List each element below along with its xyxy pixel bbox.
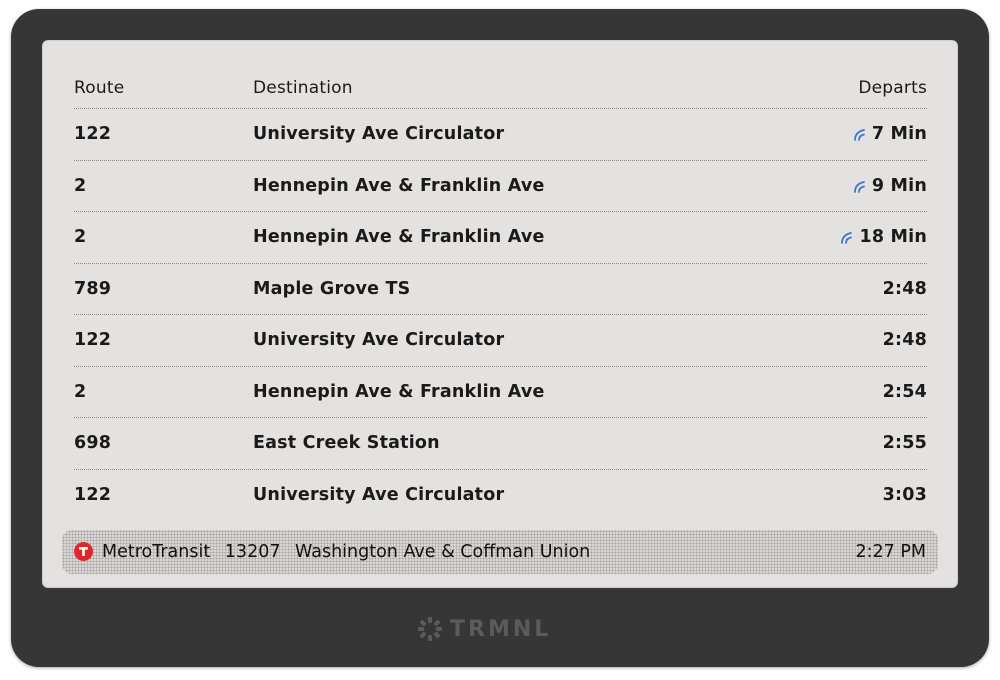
- table-header: Route Destination Departs: [74, 68, 927, 109]
- stop-id: 13207: [224, 542, 281, 562]
- departure-value: 9 Min: [871, 175, 927, 196]
- display-screen: Route Destination Departs 122 University …: [42, 40, 958, 588]
- destination: Hennepin Ave & Franklin Ave: [253, 227, 545, 248]
- table-row: 122 University Ave Circulator 3:03: [74, 470, 927, 522]
- departure-time: 2:48: [883, 330, 927, 350]
- agency-name: MetroTransit: [102, 542, 211, 562]
- departure-value: 2:54: [882, 381, 927, 402]
- realtime-signal-icon: [854, 129, 865, 142]
- status-footer: MetroTransit 13207 Washington Ave & Coff…: [62, 530, 938, 574]
- route-number: 2: [74, 381, 87, 402]
- departure-time: 3:03: [883, 485, 927, 505]
- departure-time: 9 Min: [852, 176, 927, 196]
- route-number: 2: [74, 227, 87, 248]
- realtime-signal-icon: [841, 232, 853, 245]
- destination: Maple Grove TS: [253, 278, 411, 299]
- metro-transit-logo-icon: [74, 542, 93, 561]
- header-route: Route: [74, 78, 125, 98]
- departure-value: 2:48: [882, 278, 927, 299]
- destination: University Ave Circulator: [253, 330, 505, 351]
- departures-table: Route Destination Departs 122 University …: [74, 68, 927, 521]
- departure-time: 2:55: [883, 433, 927, 453]
- departure-value: 2:55: [882, 433, 927, 454]
- departure-time: 2:48: [883, 279, 927, 299]
- route-number: 698: [74, 433, 112, 454]
- route-number: 2: [74, 175, 87, 196]
- table-row: 2 Hennepin Ave & Franklin Ave 2:54: [74, 367, 927, 418]
- departure-time: 7 Min: [852, 124, 927, 144]
- route-number: 122: [74, 124, 112, 145]
- route-number: 789: [74, 278, 112, 299]
- device-brand: TRMNL: [416, 614, 551, 644]
- stop-name: Washington Ave & Coffman Union: [295, 542, 591, 562]
- brand-wordmark: TRMNL: [450, 616, 552, 642]
- table-row: 789 Maple Grove TS 2:48: [74, 264, 927, 315]
- header-destination: Destination: [253, 78, 353, 98]
- table-row: 698 East Creek Station 2:55: [74, 418, 927, 470]
- destination: Hennepin Ave & Franklin Ave: [253, 381, 545, 402]
- destination: East Creek Station: [253, 433, 440, 454]
- table-row: 122 University Ave Circulator 2:48: [74, 315, 927, 367]
- table-row: 122 University Ave Circulator 7 Min: [74, 109, 927, 161]
- destination: University Ave Circulator: [253, 485, 505, 506]
- realtime-signal-icon: [854, 180, 865, 193]
- trmnl-gear-icon: [418, 617, 442, 641]
- departure-value: 18 Min: [859, 227, 927, 248]
- route-number: 122: [74, 330, 112, 351]
- table-row: 2 Hennepin Ave & Franklin Ave 9 Min: [74, 161, 927, 212]
- destination: University Ave Circulator: [253, 124, 505, 145]
- stop-info: MetroTransit 13207 Washington Ave & Coff…: [102, 542, 599, 562]
- departure-time: 18 Min: [839, 227, 927, 247]
- route-number: 122: [74, 485, 112, 506]
- departure-value: 7 Min: [871, 124, 927, 145]
- departure-value: 2:48: [882, 330, 927, 351]
- destination: Hennepin Ave & Franklin Ave: [253, 175, 545, 196]
- header-departs: Departs: [858, 78, 927, 98]
- departure-value: 3:03: [882, 485, 927, 506]
- table-row: 2 Hennepin Ave & Franklin Ave 18 Min: [74, 212, 927, 264]
- current-time: 2:27 PM: [855, 542, 926, 562]
- departure-time: 2:54: [883, 382, 927, 402]
